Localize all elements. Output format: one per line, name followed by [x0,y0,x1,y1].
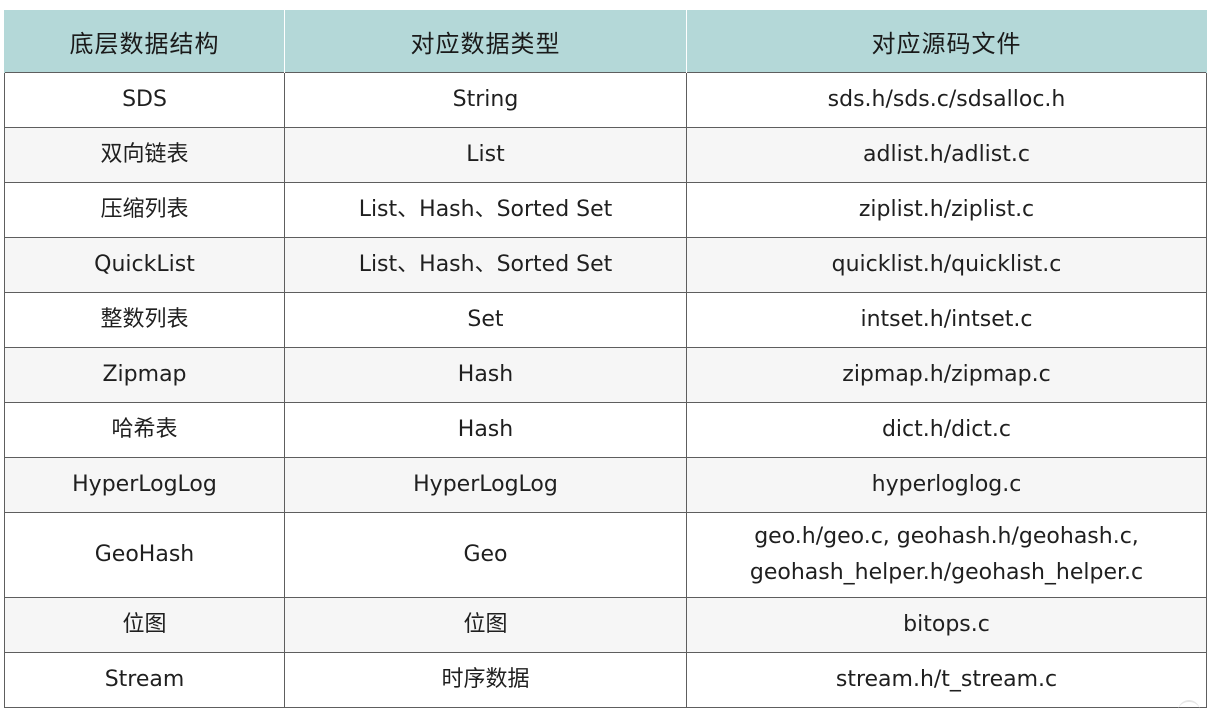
file-line: stream.h/t_stream.c [835,667,1058,692]
table-row: HyperLogLog HyperLogLog hyperloglog.c [4,457,1207,513]
file-line: zipmap.h/zipmap.c [842,362,1051,387]
table-row: SDS String sds.h/sds.c/sdsalloc.h [4,72,1207,128]
cell-files: stream.h/t_stream.c [686,652,1207,708]
cell-type: Hash [284,347,687,403]
cell-structure: 双向链表 [4,127,285,183]
cell-structure: 哈希表 [4,402,285,458]
cell-files: sds.h/sds.c/sdsalloc.h [686,72,1207,128]
file-line: sds.h/sds.c/sdsalloc.h [827,87,1066,112]
table-row: 压缩列表 List、Hash、Sorted Set ziplist.h/zipl… [4,182,1207,238]
cell-structure: QuickList [4,237,285,293]
cell-structure: GeoHash [4,512,285,598]
cell-files: bitops.c [686,597,1207,653]
cell-type: String [284,72,687,128]
cell-type: List、Hash、Sorted Set [284,237,687,293]
table-row: Zipmap Hash zipmap.h/zipmap.c [4,347,1207,403]
file-line: geo.h/geo.c, geohash.h/geohash.c, [754,524,1139,549]
cell-files: zipmap.h/zipmap.c [686,347,1207,403]
cell-type: 时序数据 [284,652,687,708]
header-files: 对应源码文件 [686,10,1207,73]
header-type: 对应数据类型 [284,10,687,73]
file-line: intset.h/intset.c [860,307,1033,332]
table-row: 哈希表 Hash dict.h/dict.c [4,402,1207,458]
cell-structure: 整数列表 [4,292,285,348]
cell-type: Hash [284,402,687,458]
cell-structure: HyperLogLog [4,457,285,513]
table-row: GeoHash Geo geo.h/geo.c, geohash.h/geoha… [4,512,1207,598]
table-row: Stream 时序数据 stream.h/t_stream.c [4,652,1207,708]
file-line: bitops.c [903,612,990,637]
cell-type: 位图 [284,597,687,653]
cell-type: List、Hash、Sorted Set [284,182,687,238]
cell-type: HyperLogLog [284,457,687,513]
cell-files: dict.h/dict.c [686,402,1207,458]
table-row: 双向链表 List adlist.h/adlist.c [4,127,1207,183]
cell-type: Set [284,292,687,348]
file-line: geohash_helper.h/geohash_helper.c [749,560,1144,585]
cell-type: Geo [284,512,687,598]
file-line: hyperloglog.c [871,472,1022,497]
cell-structure: 压缩列表 [4,182,285,238]
file-line: ziplist.h/ziplist.c [858,197,1035,222]
cell-files: quicklist.h/quicklist.c [686,237,1207,293]
cell-files: hyperloglog.c [686,457,1207,513]
cell-files: adlist.h/adlist.c [686,127,1207,183]
cell-type: List [284,127,687,183]
cell-structure: Zipmap [4,347,285,403]
header-structure: 底层数据结构 [4,10,285,73]
table-row: 位图 位图 bitops.c [4,597,1207,653]
table-row: QuickList List、Hash、Sorted Set quicklist… [4,237,1207,293]
cell-files: geo.h/geo.c, geohash.h/geohash.c, geohas… [686,512,1207,598]
cell-structure: 位图 [4,597,285,653]
file-line: dict.h/dict.c [881,417,1012,442]
file-line: adlist.h/adlist.c [863,142,1030,167]
table-row: 整数列表 Set intset.h/intset.c [4,292,1207,348]
cell-structure: SDS [4,72,285,128]
table-header-row: 底层数据结构 对应数据类型 对应源码文件 [4,10,1207,73]
redis-structure-table: 底层数据结构 对应数据类型 对应源码文件 SDS String sds.h/sd… [4,10,1207,708]
cell-structure: Stream [4,652,285,708]
document-page: 底层数据结构 对应数据类型 对应源码文件 SDS String sds.h/sd… [0,0,1214,716]
cell-files: ziplist.h/ziplist.c [686,182,1207,238]
cell-files: intset.h/intset.c [686,292,1207,348]
file-line: quicklist.h/quicklist.c [831,252,1062,277]
